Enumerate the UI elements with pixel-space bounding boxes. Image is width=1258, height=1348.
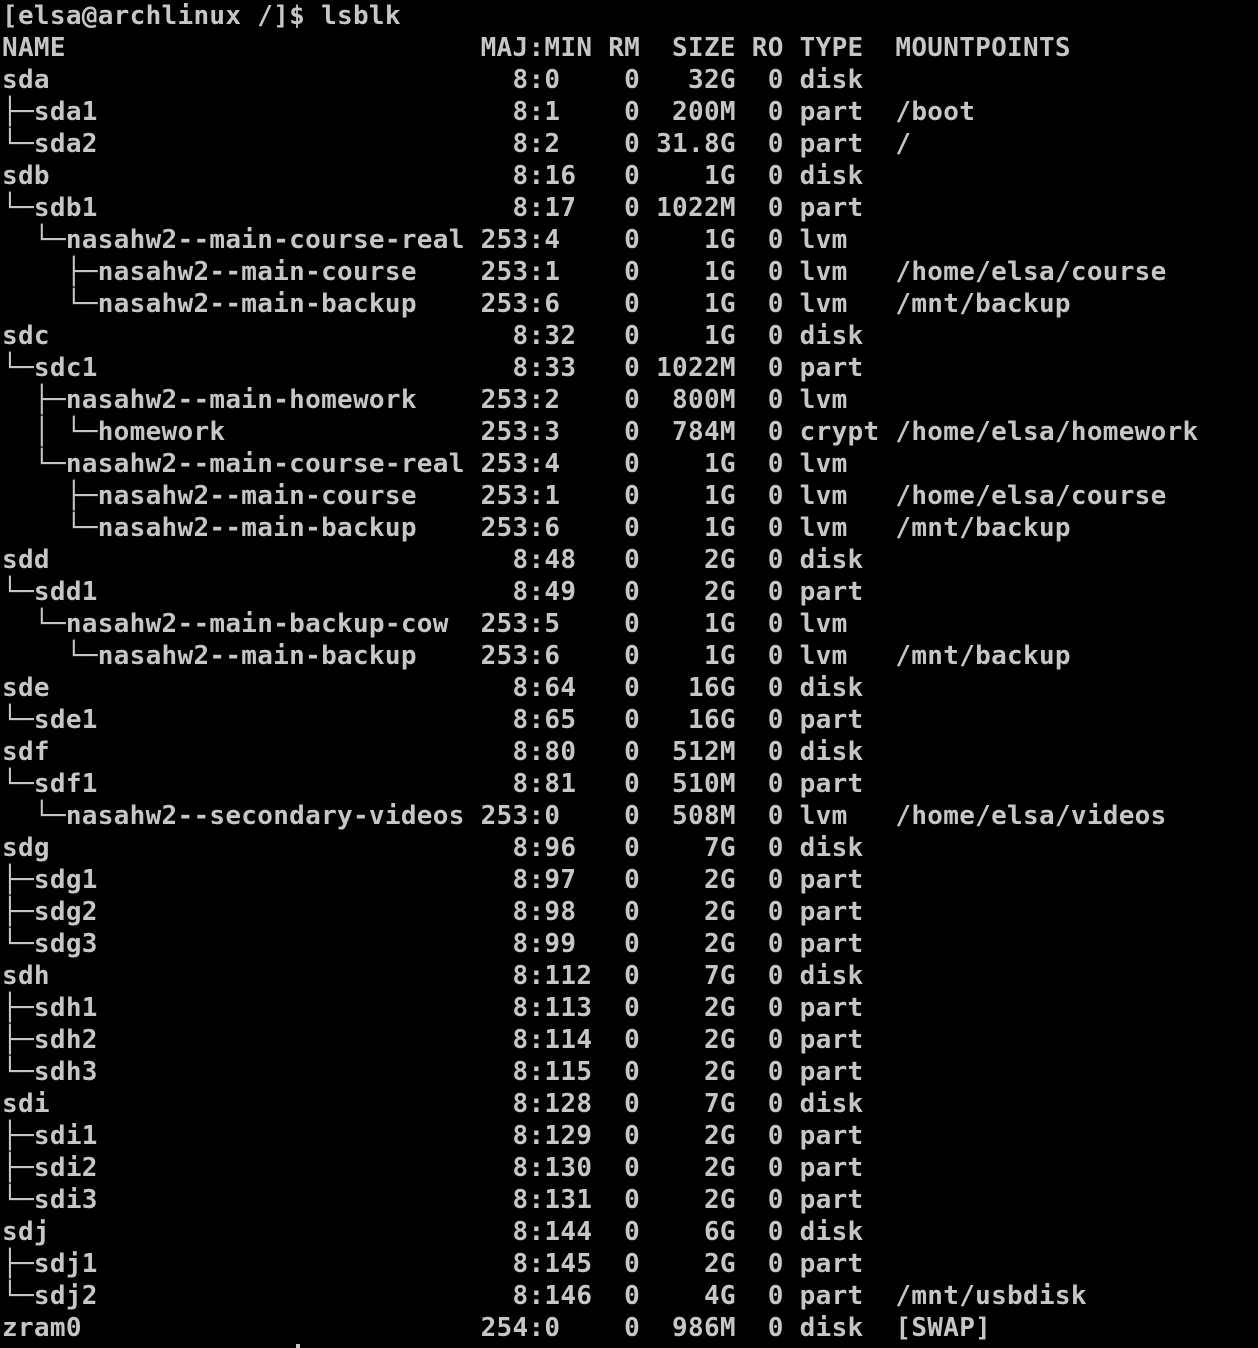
device-row: └─sdc1 8:33 0 1022M 0 part [2,353,864,383]
device-row: sdc 8:32 0 1G 0 disk [2,321,864,351]
device-row: └─sdb1 8:17 0 1022M 0 part [2,193,864,223]
device-row: ├─sda1 8:1 0 200M 0 part /boot [2,97,976,127]
device-row: └─sdg3 8:99 0 2G 0 part [2,929,864,959]
device-row: └─nasahw2--main-backup 253:6 0 1G 0 lvm … [2,641,1071,671]
lsblk-header: NAME MAJ:MIN RM SIZE RO TYPE MOUNTPOINTS [2,33,1071,63]
device-row: └─sdj2 8:146 0 4G 0 part /mnt/usbdisk [2,1281,1087,1311]
device-row: sde 8:64 0 16G 0 disk [2,673,864,703]
device-row: └─nasahw2--main-backup-cow 253:5 0 1G 0 … [2,609,848,639]
device-row: sdj 8:144 0 6G 0 disk [2,1217,864,1247]
device-row: ├─nasahw2--main-course 253:1 0 1G 0 lvm … [2,257,1167,287]
device-row: ├─sdi1 8:129 0 2G 0 part [2,1121,864,1151]
device-row: sdf 8:80 0 512M 0 disk [2,737,864,767]
lsblk-output: sda 8:0 0 32G 0 disk ├─sda1 8:1 0 200M 0… [2,64,1258,1344]
device-row: ├─sdj1 8:145 0 2G 0 part [2,1249,864,1279]
device-row: sda 8:0 0 32G 0 disk [2,65,864,95]
device-row: ├─nasahw2--main-homework 253:2 0 800M 0 … [2,385,848,415]
device-row: └─sdf1 8:81 0 510M 0 part [2,769,864,799]
device-row: └─nasahw2--main-course-real 253:4 0 1G 0… [2,225,848,255]
device-row: ├─nasahw2--main-course 253:1 0 1G 0 lvm … [2,481,1167,511]
command-prompt: [elsa@archlinux /]$ lsblk [2,1,401,31]
device-row: sdi 8:128 0 7G 0 disk [2,1089,864,1119]
device-row: └─nasahw2--main-backup 253:6 0 1G 0 lvm … [2,513,1071,543]
terminal-window[interactable]: [elsa@archlinux /]$ lsblk NAME MAJ:MIN R… [2,0,1258,1348]
device-row: ├─sdg1 8:97 0 2G 0 part [2,865,864,895]
device-row: └─nasahw2--main-course-real 253:4 0 1G 0… [2,449,848,479]
device-row: └─sda2 8:2 0 31.8G 0 part / [2,129,912,159]
device-row: zram0 254:0 0 986M 0 disk [SWAP] [2,1313,992,1343]
device-row: │ └─homework 253:3 0 784M 0 crypt /home/… [2,417,1199,447]
device-row: └─nasahw2--secondary-videos 253:0 0 508M… [2,801,1167,831]
device-row: ├─sdg2 8:98 0 2G 0 part [2,897,864,927]
device-row: ├─sdi2 8:130 0 2G 0 part [2,1153,864,1183]
text-cursor [296,1344,300,1348]
device-row: └─sde1 8:65 0 16G 0 part [2,705,864,735]
device-row: ├─sdh1 8:113 0 2G 0 part [2,993,864,1023]
device-row: sdb 8:16 0 1G 0 disk [2,161,864,191]
device-row: sdg 8:96 0 7G 0 disk [2,833,864,863]
device-row: sdd 8:48 0 2G 0 disk [2,545,864,575]
device-row: └─sdh3 8:115 0 2G 0 part [2,1057,864,1087]
device-row: └─nasahw2--main-backup 253:6 0 1G 0 lvm … [2,289,1071,319]
device-row: ├─sdh2 8:114 0 2G 0 part [2,1025,864,1055]
device-row: └─sdi3 8:131 0 2G 0 part [2,1185,864,1215]
device-row: └─sdd1 8:49 0 2G 0 part [2,577,864,607]
device-row: sdh 8:112 0 7G 0 disk [2,961,864,991]
